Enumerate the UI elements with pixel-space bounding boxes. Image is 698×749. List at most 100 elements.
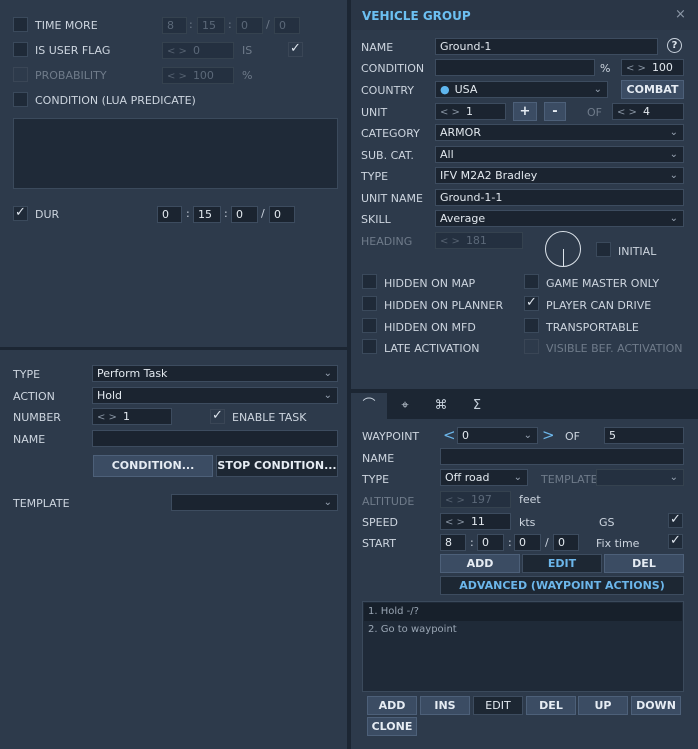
vg-unit-total-field[interactable]: < >4	[612, 103, 684, 120]
unit-plus-button[interactable]: +	[513, 102, 537, 121]
dur-sec-field[interactable]: 0	[269, 206, 295, 223]
help-icon[interactable]: ?	[667, 38, 682, 53]
waypoint-total-field[interactable]: 5	[604, 427, 684, 444]
list-edit-button[interactable]: EDIT	[473, 696, 523, 715]
stop-condition-button[interactable]: STOP CONDITION...	[216, 455, 338, 477]
hidden-on-map-checkbox[interactable]	[362, 274, 377, 289]
dur-checkbox[interactable]: ✓	[13, 205, 28, 221]
wp-add-button[interactable]: ADD	[440, 554, 520, 573]
actions-list[interactable]: 1. Hold -/? 2. Go to waypoint	[362, 601, 684, 692]
wp-speed-field[interactable]: < >11	[440, 513, 511, 530]
user-flag-checkbox[interactable]	[13, 42, 28, 57]
wp-template-dropdown[interactable]: ⌄	[596, 469, 684, 486]
type-dropdown[interactable]: Perform Task ⌄	[92, 365, 338, 382]
fix-time-checkbox[interactable]: ✓	[668, 533, 683, 549]
time-more-day-field[interactable]: 8	[162, 17, 187, 34]
vg-unit-name-field[interactable]: Ground-1-1	[435, 189, 684, 206]
wp-name-field[interactable]	[440, 448, 684, 465]
wp-start-sec-field[interactable]: 0	[553, 534, 579, 551]
late-activation-checkbox[interactable]	[362, 339, 377, 354]
user-flag-is-checkbox[interactable]: ✓	[288, 41, 303, 57]
vg-heading-field[interactable]: < >181	[435, 232, 523, 249]
transportable-checkbox[interactable]	[524, 318, 539, 333]
tab-target[interactable]: ⌖	[387, 393, 423, 419]
wp-start-day-field[interactable]: 8	[440, 534, 466, 551]
wp-start-min-field[interactable]: 0	[514, 534, 541, 551]
probability-field[interactable]: < >100	[162, 67, 234, 84]
time-more-checkbox[interactable]	[13, 17, 28, 32]
time-more-sec-field[interactable]: 0	[274, 17, 300, 34]
condition-lua-textarea[interactable]	[13, 118, 338, 189]
advanced-waypoint-actions-button[interactable]: ADVANCED (WAYPOINT ACTIONS)	[440, 576, 684, 595]
time-sep: :	[224, 207, 228, 220]
spin-arrows-icon[interactable]: < >	[167, 46, 187, 57]
dur-min-field[interactable]: 0	[231, 206, 258, 223]
condition-button[interactable]: CONDITION...	[93, 455, 213, 477]
spin-arrows-icon[interactable]: < >	[626, 63, 646, 74]
vg-country-dropdown[interactable]: ● USA ⌄	[435, 81, 608, 98]
gs-checkbox[interactable]: ✓	[668, 512, 683, 528]
unit-minus-button[interactable]: -	[544, 102, 566, 121]
user-flag-field[interactable]: < >0	[162, 42, 234, 59]
list-del-button[interactable]: DEL	[526, 696, 576, 715]
tab-route[interactable]: ⌒	[351, 393, 387, 419]
list-ins-button[interactable]: INS	[420, 696, 470, 715]
wp-template-label: TEMPLATE	[541, 473, 598, 486]
action-dropdown[interactable]: Hold ⌄	[92, 387, 338, 404]
spin-arrows-icon[interactable]: < >	[167, 71, 187, 82]
dur-hour-field[interactable]: 15	[193, 206, 221, 223]
spin-arrows-icon[interactable]: < >	[440, 236, 460, 247]
vg-name-field[interactable]: Ground-1	[435, 38, 658, 55]
wp-del-button[interactable]: DEL	[604, 554, 684, 573]
hidden-on-planner-checkbox[interactable]	[362, 296, 377, 311]
vg-skill-dropdown[interactable]: Average ⌄	[435, 210, 684, 227]
wp-start-hour-field[interactable]: 0	[477, 534, 504, 551]
close-icon[interactable]: ×	[675, 7, 686, 22]
spin-arrows-icon[interactable]: < >	[440, 107, 460, 118]
wp-type-dropdown[interactable]: Off road ⌄	[440, 469, 528, 486]
spin-arrows-icon[interactable]: < >	[445, 495, 465, 506]
spin-arrows-icon[interactable]: < >	[445, 517, 465, 528]
list-clone-button[interactable]: CLONE	[367, 717, 417, 736]
vg-condition-percent-field[interactable]: < >100	[621, 59, 684, 76]
template-dropdown[interactable]: ⌄	[171, 494, 338, 511]
user-flag-label: IS USER FLAG	[35, 44, 111, 57]
combat-button[interactable]: COMBAT	[621, 80, 684, 99]
name-field[interactable]	[92, 430, 338, 447]
wp-altitude-field[interactable]: < >197	[440, 491, 511, 508]
list-down-button[interactable]: DOWN	[631, 696, 681, 715]
waypoint-prev-icon[interactable]: <	[443, 426, 456, 444]
vg-country-label: COUNTRY	[361, 84, 414, 97]
vg-subcat-dropdown[interactable]: All ⌄	[435, 146, 684, 163]
tab-sigma[interactable]: Σ	[459, 393, 495, 419]
time-sep: :	[189, 18, 193, 31]
condition-lua-checkbox[interactable]	[13, 92, 28, 107]
list-item[interactable]: 2. Go to waypoint	[364, 621, 682, 639]
visible-bef-activation-checkbox[interactable]	[524, 339, 539, 354]
vg-type-dropdown[interactable]: IFV M2A2 Bradley ⌄	[435, 167, 684, 184]
vg-condition-field[interactable]	[435, 59, 595, 76]
enable-task-checkbox[interactable]: ✓	[210, 408, 225, 424]
wp-edit-button[interactable]: EDIT	[522, 554, 602, 573]
probability-checkbox[interactable]	[13, 67, 28, 82]
hidden-on-mfd-checkbox[interactable]	[362, 318, 377, 333]
vg-condition-unit: %	[600, 62, 611, 75]
waypoint-dropdown[interactable]: 0 ⌄	[457, 427, 538, 444]
spin-arrows-icon[interactable]: < >	[617, 107, 637, 118]
time-more-hour-field[interactable]: 15	[197, 17, 225, 34]
game-master-only-checkbox[interactable]	[524, 274, 539, 289]
tab-link[interactable]: ⌘	[423, 393, 459, 419]
list-up-button[interactable]: UP	[578, 696, 628, 715]
number-field[interactable]: < >1	[92, 408, 172, 425]
heading-dial[interactable]	[545, 231, 581, 267]
initial-checkbox[interactable]	[596, 242, 611, 257]
dur-day-field[interactable]: 0	[157, 206, 182, 223]
time-more-min-field[interactable]: 0	[236, 17, 263, 34]
list-item[interactable]: 1. Hold -/?	[364, 603, 682, 621]
player-can-drive-checkbox[interactable]: ✓	[524, 295, 539, 311]
vg-category-dropdown[interactable]: ARMOR ⌄	[435, 124, 684, 141]
list-add-button[interactable]: ADD	[367, 696, 417, 715]
vg-unit-field[interactable]: < >1	[435, 103, 506, 120]
spin-arrows-icon[interactable]: < >	[97, 412, 117, 423]
waypoint-next-icon[interactable]: >	[542, 426, 555, 444]
